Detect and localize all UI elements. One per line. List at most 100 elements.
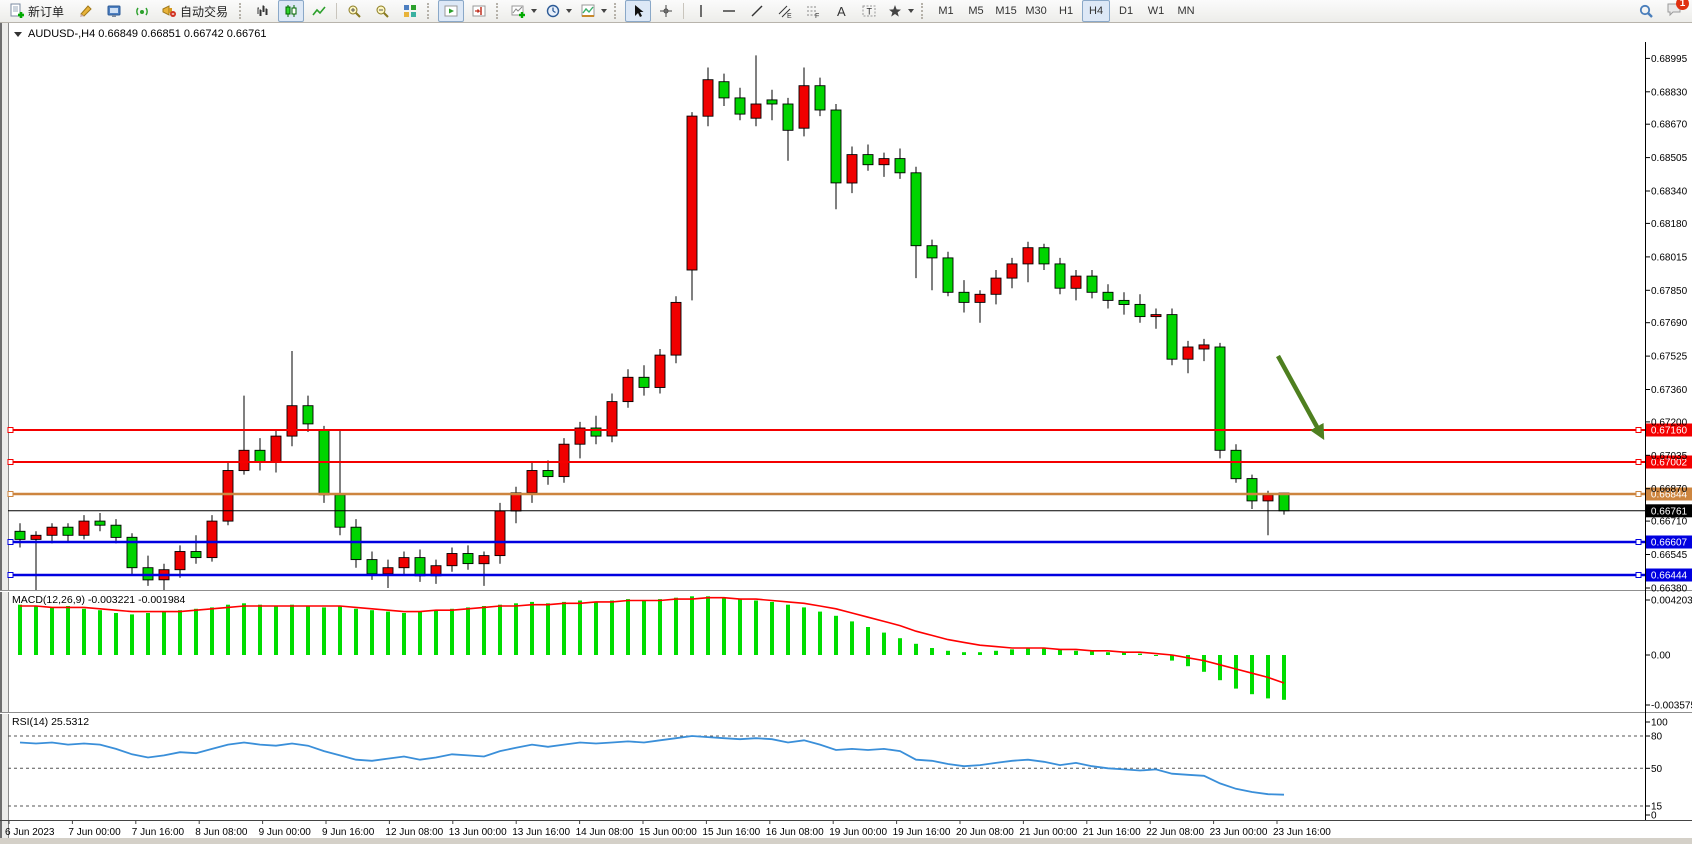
svg-text:80: 80 [1651,732,1663,743]
line-handle[interactable] [1636,428,1641,433]
line-handle[interactable] [1636,492,1641,497]
template-icon [580,3,596,19]
textA-icon: A [833,3,849,19]
zoom-out-button[interactable] [369,0,395,22]
svg-text:0.68180: 0.68180 [1651,219,1688,230]
drawn-arrow-object[interactable] [1278,356,1322,436]
macd-axis[interactable]: 0.0042030.00-0.003575 [1645,596,1692,712]
svg-text:0.66607: 0.66607 [1651,538,1688,549]
timeframe-m1[interactable]: M1 [932,0,960,22]
svg-text:14 Jun 08:00: 14 Jun 08:00 [576,827,634,838]
line-handle[interactable] [1636,573,1641,578]
fibonacci-button[interactable]: F [800,0,826,22]
horn-icon [161,3,177,19]
line-handle[interactable] [8,573,13,578]
metaeditor-button[interactable] [73,0,99,22]
line-handle[interactable] [8,460,13,465]
dropdown-caret-icon [531,9,537,13]
timeframe-m5[interactable]: M5 [962,0,990,22]
timeframe-m30[interactable]: M30 [1022,0,1050,22]
svg-text:7 Jun 16:00: 7 Jun 16:00 [132,827,185,838]
current-price-line[interactable]: 0.66761 [8,504,1692,517]
channel-icon: E [777,3,793,19]
timeframe-h4[interactable]: H4 [1082,0,1110,22]
main-toolbar: 新订单 自动交易 EFA T M1M5M15M30H1H4D1W1MN 1 [0,0,1692,23]
candlesticks [15,55,1289,592]
svg-text:0.66710: 0.66710 [1651,517,1688,528]
autotrading-button-label: 自动交易 [180,3,228,20]
svg-text:0.00: 0.00 [1651,651,1671,662]
chart-window[interactable]: AUDUSD-,H4 0.66849 0.66851 0.66742 0.667… [0,23,1692,840]
crosshair-button[interactable] [653,0,679,22]
line-handle[interactable] [1636,460,1641,465]
svg-text:T: T [867,7,873,17]
horizontal-line[interactable]: 0.66607 [8,536,1692,549]
time-axis[interactable]: 6 Jun 20237 Jun 00:007 Jun 16:008 Jun 08… [5,820,1331,838]
toolbar-separator [336,3,337,19]
mql5-community-button[interactable] [101,0,127,22]
vline-icon [693,3,709,19]
text-label-button[interactable]: T [856,0,882,22]
search-icon [1638,3,1654,19]
line-handle[interactable] [1636,540,1641,545]
line-chart-button[interactable] [306,0,332,22]
new-order-button-label: 新订单 [28,3,64,20]
svg-text:50: 50 [1651,764,1663,775]
svg-text:7 Jun 00:00: 7 Jun 00:00 [68,827,121,838]
horizontal-line[interactable]: 0.66444 [8,569,1692,582]
labelT-icon: T [861,3,877,19]
vertical-line-button[interactable] [688,0,714,22]
svg-text:0.004203: 0.004203 [1651,596,1692,607]
signals-button[interactable] [129,0,155,22]
svg-text:0.67360: 0.67360 [1651,385,1688,396]
dropdown-caret-icon [566,9,572,13]
line-handle[interactable] [8,492,13,497]
svg-text:0.67525: 0.67525 [1651,352,1688,363]
toolbar-grip [921,3,928,19]
new-order-button[interactable]: 新订单 [5,0,71,22]
bar-chart-button[interactable] [250,0,276,22]
indicators-icon [510,3,526,19]
toolbar-grip [614,3,621,19]
timeframe-mn[interactable]: MN [1172,0,1200,22]
timeframe-w1[interactable]: W1 [1142,0,1170,22]
timeframe-d1[interactable]: D1 [1112,0,1140,22]
svg-text:9 Jun 00:00: 9 Jun 00:00 [259,827,312,838]
templates-button[interactable] [577,0,610,22]
chart-title: AUDUSD-,H4 0.66849 0.66851 0.66742 0.667… [28,28,267,40]
tile-windows-button[interactable] [397,0,423,22]
line-handle[interactable] [8,428,13,433]
text-button[interactable]: A [828,0,854,22]
chart-shift-button[interactable] [466,0,492,22]
svg-text:21 Jun 00:00: 21 Jun 00:00 [1019,827,1077,838]
equidistant-channel-button[interactable]: E [772,0,798,22]
svg-text:19 Jun 16:00: 19 Jun 16:00 [893,827,951,838]
candlestick-chart-button[interactable] [278,0,304,22]
zoom-in-button[interactable] [341,0,367,22]
monitor-icon [106,3,122,19]
horizontal-line-button[interactable] [716,0,742,22]
chat-button[interactable]: 1 [1666,1,1682,22]
chart-canvas[interactable]: 0.671600.670020.668440.667610.666070.664… [0,23,1692,840]
rsi-axis[interactable]: 1008050150 [1645,718,1668,822]
svg-text:0.68015: 0.68015 [1651,252,1688,263]
trendline-button[interactable] [744,0,770,22]
cursor-button[interactable] [625,0,651,22]
indicators-button[interactable] [507,0,540,22]
horizontal-line[interactable]: 0.67160 [8,424,1692,437]
symbol-dropdown-icon[interactable] [14,32,22,37]
search-button[interactable] [1633,0,1659,22]
auto-scroll-button[interactable] [438,0,464,22]
timeframe-m15[interactable]: M15 [992,0,1020,22]
tline-icon [749,3,765,19]
chat-unread-badge: 1 [1676,0,1689,10]
svg-text:0.68670: 0.68670 [1651,120,1688,131]
svg-text:0.66444: 0.66444 [1651,571,1688,582]
line-handle[interactable] [8,540,13,545]
autotrading-button[interactable]: 自动交易 [157,0,235,22]
horizontal-line[interactable]: 0.66844 [8,488,1692,501]
periods-button[interactable] [542,0,575,22]
arrows-button[interactable] [884,0,917,22]
svg-text:19 Jun 00:00: 19 Jun 00:00 [829,827,887,838]
timeframe-h1[interactable]: H1 [1052,0,1080,22]
